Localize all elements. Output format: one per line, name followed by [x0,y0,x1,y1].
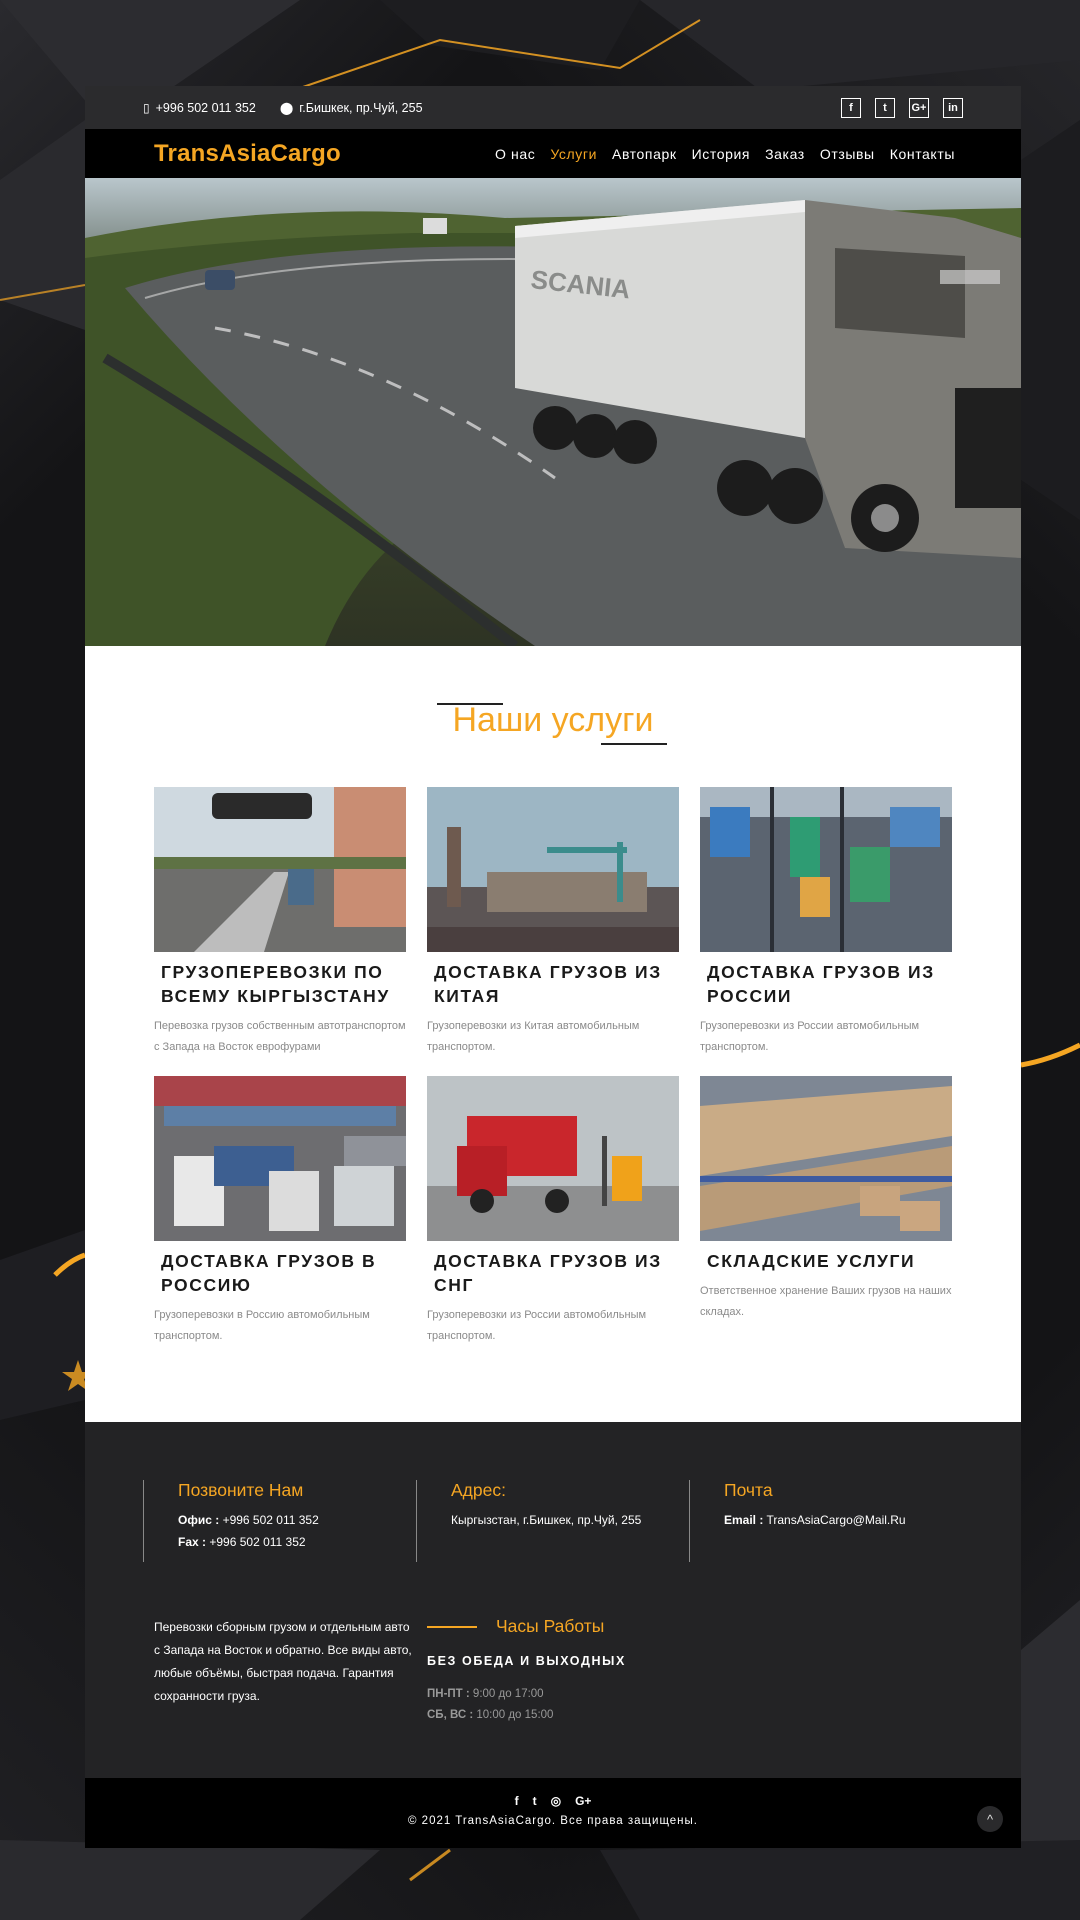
email-link[interactable]: Email : TransAsiaCargo@Mail.Ru [724,1513,964,1527]
hours-heading-bar [427,1625,477,1628]
weekdays-value: 9:00 до 17:00 [472,1688,544,1700]
map-pin-icon: ⬤ [279,100,294,115]
service-description: Перевозка грузов собственным автотранспо… [154,1020,406,1053]
google-plus-icon[interactable]: G+ [575,1794,591,1808]
service-title[interactable]: СКЛАДСКИЕ УСЛУГИ [707,1249,952,1273]
office-label: Офис : [178,1513,220,1527]
footer-bottom: f t ◎ G+ © 2021 TransAsiaCargo. Все прав… [85,1778,1021,1848]
nav-item-fleet[interactable]: Автопарк [612,146,677,162]
facebook-icon[interactable]: f [515,1794,519,1808]
working-hours: Часы Работы БЕЗ ОБЕДА И ВЫХОДНЫХ ПН-ПТ :… [427,1616,727,1721]
back-to-top-button[interactable]: ^ [977,1806,1003,1832]
weekend-value: 10:00 до 15:00 [476,1709,554,1721]
main-menu: О нас Услуги Автопарк История Заказ Отзы… [495,146,955,162]
top-social-links: f t G+ in [841,97,963,118]
nav-item-reviews[interactable]: Отзывы [820,146,875,162]
twitter-icon[interactable]: t [533,1794,537,1808]
hours-weekdays: ПН-ПТ : 9:00 до 17:00 [427,1688,727,1700]
address-heading: Адрес: [451,1480,506,1500]
nav-item-contacts[interactable]: Контакты [890,146,955,162]
facebook-icon[interactable]: f [841,97,861,118]
copyright: © 2021 TransAsiaCargo. Все права защищен… [408,1815,698,1827]
service-title[interactable]: ДОСТАВКА ГРУЗОВ ИЗ СНГ [434,1249,679,1297]
service-card[interactable]: ДОСТАВКА ГРУЗОВ В РОССИЮ Грузоперевозки … [154,1076,406,1365]
nav-item-about[interactable]: О нас [495,146,535,162]
service-card[interactable]: ДОСТАВКА ГРУЗОВ ИЗ КИТАЯ Грузоперевозки … [427,787,679,1076]
service-card[interactable]: ДОСТАВКА ГРУЗОВ ИЗ РОССИИ Грузоперевозки… [700,787,952,1076]
hours-title: Часы Работы [496,1616,605,1636]
footer-mail-column: Почта Email : TransAsiaCargo@Mail.Ru [689,1480,964,1562]
address-value: Кыргызстан, г.Бишкек, пр.Чуй, 255 [451,1513,642,1527]
weekend-label: СБ, ВС : [427,1709,474,1721]
linkedin-icon[interactable]: in [943,97,963,118]
service-description: Ответственное хранение Ваших грузов на н… [700,1285,952,1318]
service-title[interactable]: ГРУЗОПЕРЕВОЗКИ ПО ВСЕМУ КЫРГЫЗСТАНУ [161,960,406,1008]
about-text: Перевозки сборным грузом и отдельным авт… [154,1620,412,1703]
service-image-storage[interactable] [700,1076,952,1241]
service-image-warehouse-truck[interactable] [427,1076,679,1241]
dribbble-icon[interactable]: ◎ [551,1794,561,1808]
hours-heading: Часы Работы [427,1616,727,1637]
footer-address-column: Адрес: Кыргызстан, г.Бишкек, пр.Чуй, 255 [416,1480,661,1562]
fax-label: Fax : [178,1535,207,1549]
site-logo[interactable]: TransAsiaCargo [154,140,341,168]
twitter-icon[interactable]: t [875,97,895,118]
hours-weekend: СБ, ВС : 10:00 до 15:00 [427,1709,727,1721]
footer-social-links: f t ◎ G+ [85,1794,1021,1808]
service-title[interactable]: ДОСТАВКА ГРУЗОВ В РОССИЮ [161,1249,406,1297]
phone-icon: ▯ [143,100,150,115]
nav-item-services[interactable]: Услуги [550,146,597,162]
footer-info: Позвоните Нам Офис : +996 502 011 352 Fa… [85,1422,1021,1778]
service-image-port[interactable] [427,787,679,952]
address-text: г.Бишкек, пр.Чуй, 255 [299,100,423,115]
fax-value: +996 502 011 352 [209,1535,306,1549]
nav-item-history[interactable]: История [692,146,751,162]
services-grid: ГРУЗОПЕРЕВОЗКИ ПО ВСЕМУ КЫРГЫЗСТАНУ Пере… [154,787,952,1365]
service-description: Грузоперевозки из России автомобильным т… [427,1309,647,1342]
service-image-highway[interactable] [154,787,406,952]
hours-subtitle: БЕЗ ОБЕДА И ВЫХОДНЫХ [427,1654,626,1668]
title-decoration-bottom [601,743,667,745]
site-frame: ▯ +996 502 011 352 ⬤ г.Бишкек, пр.Чуй, 2… [85,86,1021,1850]
google-plus-icon[interactable]: G+ [909,97,929,118]
email-label: Email : [724,1513,764,1527]
service-card[interactable]: ДОСТАВКА ГРУЗОВ ИЗ СНГ Грузоперевозки из… [427,1076,679,1365]
service-title[interactable]: ДОСТАВКА ГРУЗОВ ИЗ РОССИИ [707,960,952,1008]
services-title: Наши услуги [452,701,654,739]
footer-call-column: Позвоните Нам Офис : +996 502 011 352 Fa… [143,1480,388,1562]
hero-image: SCANIA [85,178,1021,646]
email-value: TransAsiaCargo@Mail.Ru [766,1513,906,1527]
phone-text: +996 502 011 352 [155,100,256,115]
hero-truck-illustration: SCANIA [85,178,1021,646]
main-navbar: TransAsiaCargo О нас Услуги Автопарк Ист… [85,129,1021,178]
address-info: ⬤ г.Бишкек, пр.Чуй, 255 [280,101,423,115]
phone-info[interactable]: ▯ +996 502 011 352 [143,101,256,115]
call-heading: Позвоните Нам [178,1480,304,1500]
service-description: Грузоперевозки из России автомобильным т… [700,1020,920,1053]
office-phone[interactable]: Офис : +996 502 011 352 [178,1513,388,1527]
service-image-fleet[interactable] [154,1076,406,1241]
nav-item-order[interactable]: Заказ [765,146,805,162]
service-image-rail[interactable] [700,787,952,952]
services-section: Наши услуги ГРУЗОПЕРЕВОЗКИ ПО ВСЕМУ КЫРГ… [85,646,1021,1422]
fax-phone[interactable]: Fax : +996 502 011 352 [178,1535,388,1549]
service-description: Грузоперевозки из Китая автомобильным тр… [427,1020,640,1053]
weekdays-label: ПН-ПТ : [427,1688,470,1700]
office-phone-value: +996 502 011 352 [222,1513,319,1527]
mail-heading: Почта [724,1480,773,1500]
service-description: Грузоперевозки в Россию автомобильным тр… [154,1309,370,1342]
service-card[interactable]: СКЛАДСКИЕ УСЛУГИ Ответственное хранение … [700,1076,952,1365]
chevron-up-icon: ^ [986,1811,994,1827]
top-info-bar: ▯ +996 502 011 352 ⬤ г.Бишкек, пр.Чуй, 2… [85,86,1021,129]
service-title[interactable]: ДОСТАВКА ГРУЗОВ ИЗ КИТАЯ [434,960,679,1008]
service-card[interactable]: ГРУЗОПЕРЕВОЗКИ ПО ВСЕМУ КЫРГЫЗСТАНУ Пере… [154,787,406,1076]
